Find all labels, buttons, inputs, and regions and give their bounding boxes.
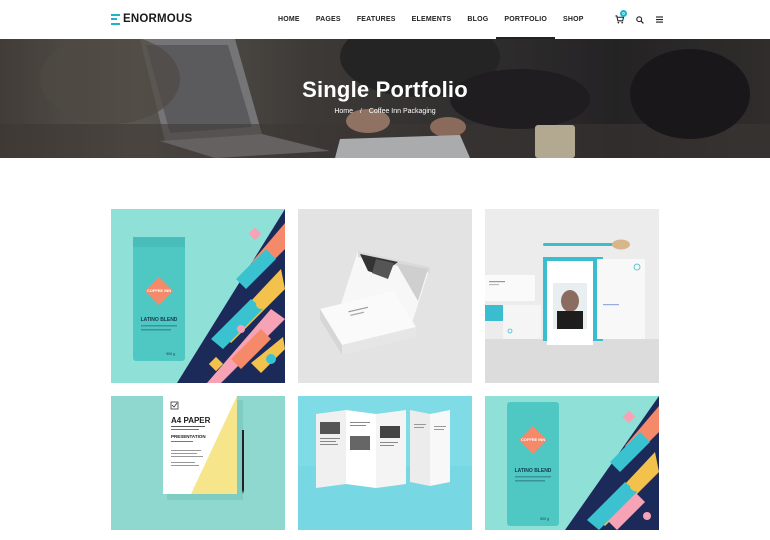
header-icons: 0 bbox=[612, 10, 672, 27]
portfolio-image: COFFEE INN LATINO BLEND 500 g bbox=[111, 209, 285, 383]
nav-item-shop[interactable]: SHOP bbox=[555, 0, 592, 39]
menu-button[interactable] bbox=[652, 12, 667, 27]
portfolio-image: A4 PAPER PRESENTATION bbox=[111, 396, 285, 530]
bag-weight: 500 g bbox=[166, 352, 175, 356]
bag-title: LATINO BLEND bbox=[515, 468, 552, 474]
nav-item-portfolio[interactable]: PORTFOLIO bbox=[496, 0, 555, 39]
nav-item-home[interactable]: HOME bbox=[270, 0, 308, 39]
portfolio-item-a4-paper[interactable]: A4 PAPER PRESENTATION bbox=[111, 396, 285, 530]
main-nav: HOME PAGES FEATURES ELEMENTS BLOG PORTFO… bbox=[270, 0, 592, 39]
cart-button[interactable]: 0 bbox=[612, 10, 627, 27]
portfolio-image bbox=[298, 209, 472, 383]
portfolio-image: COFFEE INN LATINO BLEND 500 g bbox=[485, 396, 659, 530]
portfolio-item-stationery[interactable] bbox=[485, 209, 659, 383]
nav-item-blog[interactable]: BLOG bbox=[459, 0, 496, 39]
bag-weight: 500 g bbox=[540, 517, 549, 521]
breadcrumb-current: Coffee Inn Packaging bbox=[368, 108, 436, 115]
search-icon bbox=[635, 15, 644, 24]
portfolio-item-brochure[interactable] bbox=[298, 396, 472, 530]
cart-count-badge: 0 bbox=[620, 10, 627, 17]
nav-item-features[interactable]: FEATURES bbox=[349, 0, 404, 39]
portfolio-image bbox=[298, 396, 472, 530]
menu-icon bbox=[656, 16, 663, 23]
bag-brand: COFFEE INN bbox=[521, 437, 545, 442]
breadcrumb: Home / Coffee Inn Packaging bbox=[0, 108, 770, 115]
logo[interactable]: ENORMOUS bbox=[111, 13, 192, 25]
breadcrumb-separator: / bbox=[359, 108, 362, 115]
logo-text: ENORMOUS bbox=[123, 13, 193, 25]
portfolio-image bbox=[485, 209, 659, 383]
site-header: ENORMOUS HOME PAGES FEATURES ELEMENTS BL… bbox=[0, 0, 770, 39]
bag-brand: COFFEE INN bbox=[147, 288, 171, 293]
search-button[interactable] bbox=[632, 12, 647, 27]
logo-icon bbox=[111, 13, 120, 25]
portfolio-item-coffee-bag-2[interactable]: COFFEE INN LATINO BLEND 500 g bbox=[485, 396, 659, 530]
portfolio-item-business-cards[interactable] bbox=[298, 209, 472, 383]
nav-item-pages[interactable]: PAGES bbox=[308, 0, 349, 39]
paper-title: A4 PAPER bbox=[171, 416, 211, 425]
page-title: Single Portfolio bbox=[302, 77, 468, 102]
paper-subtitle: PRESENTATION bbox=[171, 434, 206, 439]
nav-item-elements[interactable]: ELEMENTS bbox=[404, 0, 460, 39]
page-hero: Single Portfolio Home / Coffee Inn Packa… bbox=[0, 39, 770, 158]
bag-title: LATINO BLEND bbox=[141, 317, 178, 323]
breadcrumb-home-link[interactable]: Home bbox=[334, 108, 353, 115]
portfolio-item-coffee-bag[interactable]: COFFEE INN LATINO BLEND 500 g bbox=[111, 209, 285, 383]
